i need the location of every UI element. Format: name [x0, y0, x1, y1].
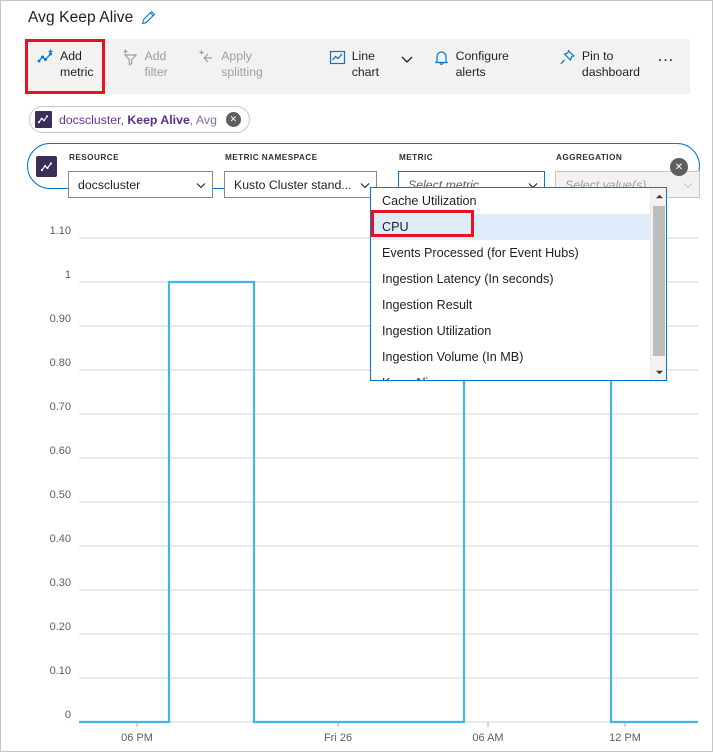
resource-value: docscluster [78, 177, 141, 192]
svg-text:0: 0 [65, 709, 71, 721]
chart-type-chevron-button[interactable] [399, 39, 422, 94]
svg-text:Fri 26: Fri 26 [324, 732, 352, 744]
chevron-down-icon[interactable] [651, 364, 666, 380]
chip-resource: docscluster, [59, 112, 128, 127]
chart-xtick-labels: 06 PM Fri 26 06 AM 12 PM [121, 722, 641, 744]
pencil-icon[interactable] [140, 10, 156, 26]
metric-dropdown: Cache Utilization CPU Events Processed (… [370, 187, 667, 381]
line-chart-button[interactable]: Line chart [318, 39, 399, 94]
metric-chip-icon [35, 111, 52, 128]
svg-text:06 PM: 06 PM [121, 732, 153, 744]
svg-text:0.90: 0.90 [50, 313, 71, 325]
svg-text:0.50: 0.50 [50, 489, 71, 501]
dropdown-item[interactable]: Ingestion Utilization [371, 318, 650, 344]
metric-namespace-value: Kusto Cluster stand... [234, 177, 352, 192]
more-commands-button[interactable]: … [651, 39, 690, 94]
chip-aggregation: , Avg [189, 112, 217, 127]
svg-text:0.60: 0.60 [50, 445, 71, 457]
pin-icon [559, 49, 576, 66]
svg-text:0.10: 0.10 [50, 665, 71, 677]
apply-splitting-button[interactable]: Apply splitting [187, 39, 276, 94]
metrics-chart-panel: Avg Keep Alive Add metric Add filter App… [0, 0, 713, 752]
add-metric-icon [37, 49, 54, 66]
dropdown-item[interactable]: Ingestion Result [371, 292, 650, 318]
dropdown-item[interactable]: Ingestion Volume (In MB) [371, 344, 650, 370]
metric-label: METRIC [399, 153, 434, 162]
svg-text:0.30: 0.30 [50, 577, 71, 589]
resource-field: RESOURCE docscluster [68, 153, 213, 198]
dropdown-scrollbar[interactable] [650, 188, 666, 380]
resource-select[interactable]: docscluster [68, 171, 213, 198]
line-chart-icon [329, 49, 346, 66]
apply-splitting-icon [198, 49, 215, 66]
line-chart-label: Line chart [351, 49, 380, 79]
add-filter-label: Add filter [144, 49, 168, 79]
resource-label: RESOURCE [69, 153, 120, 162]
dropdown-item[interactable]: Events Processed (for Event Hubs) [371, 240, 650, 266]
add-filter-button[interactable]: Add filter [111, 39, 188, 94]
pin-to-dashboard-label: Pin to dashboard [581, 49, 641, 79]
remove-metric-button[interactable]: ✕ [670, 158, 688, 176]
metric-namespace-label: METRIC NAMESPACE [225, 153, 318, 162]
svg-text:0.20: 0.20 [50, 621, 71, 633]
dropdown-item[interactable]: Ingestion Latency (In seconds) [371, 266, 650, 292]
add-metric-label: Add metric [60, 49, 94, 79]
svg-text:06 AM: 06 AM [472, 732, 503, 744]
aggregation-label: AGGREGATION [556, 153, 623, 162]
dropdown-item[interactable]: Keep Alive [371, 370, 650, 380]
chevron-down-icon [194, 178, 208, 192]
chevron-down-icon [399, 51, 415, 70]
pin-to-dashboard-button[interactable]: Pin to dashboard [548, 39, 651, 94]
chart-ytick-labels: 1.10 1 0.90 0.80 0.70 0.60 0.50 0.40 0.30 0.20 0.1… [50, 225, 71, 721]
dropdown-item[interactable]: Cache Utilization [371, 188, 650, 214]
close-icon[interactable]: ✕ [225, 112, 241, 127]
svg-text:0.80: 0.80 [50, 357, 71, 369]
configure-alerts-button[interactable]: Configure alerts [422, 39, 520, 94]
svg-text:0.40: 0.40 [50, 533, 71, 545]
bell-icon [433, 49, 450, 66]
metric-namespace-select[interactable]: Kusto Cluster stand... [224, 171, 377, 198]
add-metric-button[interactable]: Add metric [26, 39, 111, 94]
metric-namespace-field: METRIC NAMESPACE Kusto Cluster stand... [224, 153, 377, 198]
add-filter-icon [122, 49, 139, 66]
page-title-text: Avg Keep Alive [28, 9, 134, 26]
svg-text:12 PM: 12 PM [609, 732, 641, 744]
metric-dropdown-list: Cache Utilization CPU Events Processed (… [371, 188, 650, 380]
dropdown-item-cpu[interactable]: CPU [371, 214, 650, 240]
svg-text:1.10: 1.10 [50, 225, 71, 237]
scrollbar-thumb[interactable] [653, 206, 665, 356]
svg-text:1: 1 [65, 269, 71, 281]
chevron-up-icon[interactable] [651, 188, 666, 204]
configure-alerts-label: Configure alerts [455, 49, 509, 79]
metric-chip-icon [36, 156, 57, 177]
metric-chip-label: docscluster, Keep Alive, Avg [59, 113, 217, 127]
metric-picker-row: RESOURCE docscluster METRIC NAMESPACE Ku… [27, 143, 700, 198]
page-title: Avg Keep Alive [28, 9, 156, 27]
chip-metric: Keep Alive [127, 112, 190, 127]
apply-splitting-label: Apply splitting [221, 49, 263, 79]
chart-toolbar: Add metric Add filter Apply splitting Li… [26, 39, 690, 94]
metric-chip[interactable]: docscluster, Keep Alive, Avg ✕ [29, 106, 250, 133]
chevron-down-icon [681, 178, 695, 192]
svg-text:0.70: 0.70 [50, 401, 71, 413]
